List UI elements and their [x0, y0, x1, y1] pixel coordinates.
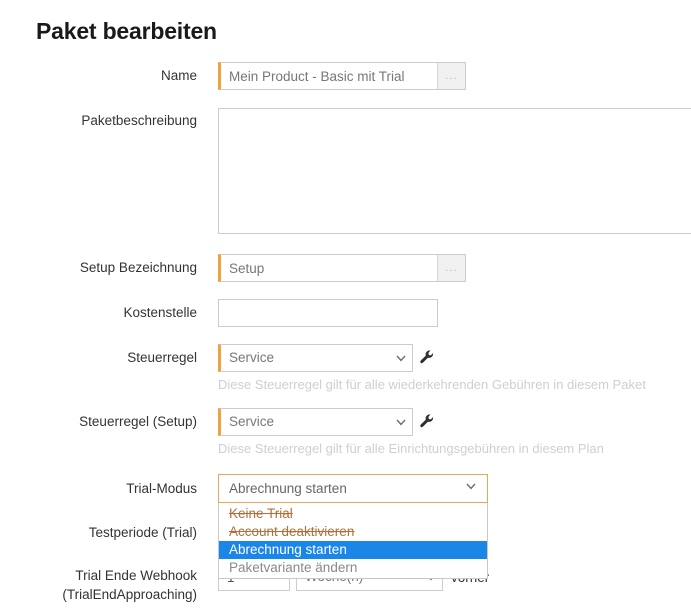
setup-label-control: ...: [218, 254, 466, 282]
trial-modus-option-list[interactable]: Keine Trial Account deaktivieren Abrechn…: [218, 503, 488, 579]
description-control: [218, 108, 691, 239]
label-description: Paketbeschreibung: [81, 113, 197, 128]
trial-modus-option-abrechnung-starten[interactable]: Abrechnung starten: [219, 541, 487, 559]
label-steuerregel-setup: Steuerregel (Setup): [79, 414, 197, 429]
description-textarea[interactable]: [218, 108, 691, 234]
name-input[interactable]: [221, 63, 437, 89]
helper-steuerregel: Diese Steuerregel gilt für alle wiederke…: [218, 377, 646, 392]
name-input-group: ...: [218, 62, 466, 90]
wrench-icon[interactable]: [419, 413, 435, 429]
helper-steuerregel-setup: Diese Steuerregel gilt für alle Einricht…: [218, 441, 604, 456]
setup-browse-button[interactable]: ...: [437, 255, 465, 281]
setup-input-group: ...: [218, 254, 466, 282]
tax-rule-setup-select-wrap: Service: [218, 408, 413, 436]
label-testperiode: Testperiode (Trial): [88, 525, 197, 540]
page-title: Paket bearbeiten: [36, 18, 217, 44]
label-name: Name: [160, 68, 197, 83]
tax-rule-setup-control: Service: [218, 408, 434, 441]
label-trial-ende-webhook-line2: (TrialEndApproaching): [62, 587, 197, 602]
tax-rule-setup-select[interactable]: Service: [218, 408, 413, 436]
trial-modus-option-paketvariante-aendern[interactable]: Paketvariante ändern: [219, 559, 487, 577]
tax-rule-select-wrap: Service: [218, 344, 413, 372]
kostenstelle-input[interactable]: [218, 299, 438, 327]
label-setup-bezeichnung: Setup Bezeichnung: [79, 260, 197, 275]
trial-modus-select[interactable]: Abrechnung starten: [218, 474, 488, 503]
wrench-icon[interactable]: [419, 349, 435, 365]
tax-rule-control: Service: [218, 344, 434, 377]
label-trial-modus: Trial-Modus: [126, 481, 197, 496]
setup-bezeichnung-input[interactable]: [221, 255, 437, 281]
name-browse-button[interactable]: ...: [437, 63, 465, 89]
trial-modus-option-account-deaktivieren[interactable]: Account deaktivieren: [219, 523, 487, 541]
tax-rule-select[interactable]: Service: [218, 344, 413, 372]
trial-modus-option-keine-trial[interactable]: Keine Trial: [219, 505, 487, 523]
label-trial-ende-webhook: Trial Ende Webhook (TrialEndApproaching): [0, 566, 197, 604]
label-kostenstelle: Kostenstelle: [123, 305, 197, 320]
cost-center-control: [218, 299, 438, 327]
label-steuerregel: Steuerregel: [127, 350, 197, 365]
label-trial-ende-webhook-line1: Trial Ende Webhook: [75, 568, 197, 583]
name-control: ...: [218, 62, 466, 90]
